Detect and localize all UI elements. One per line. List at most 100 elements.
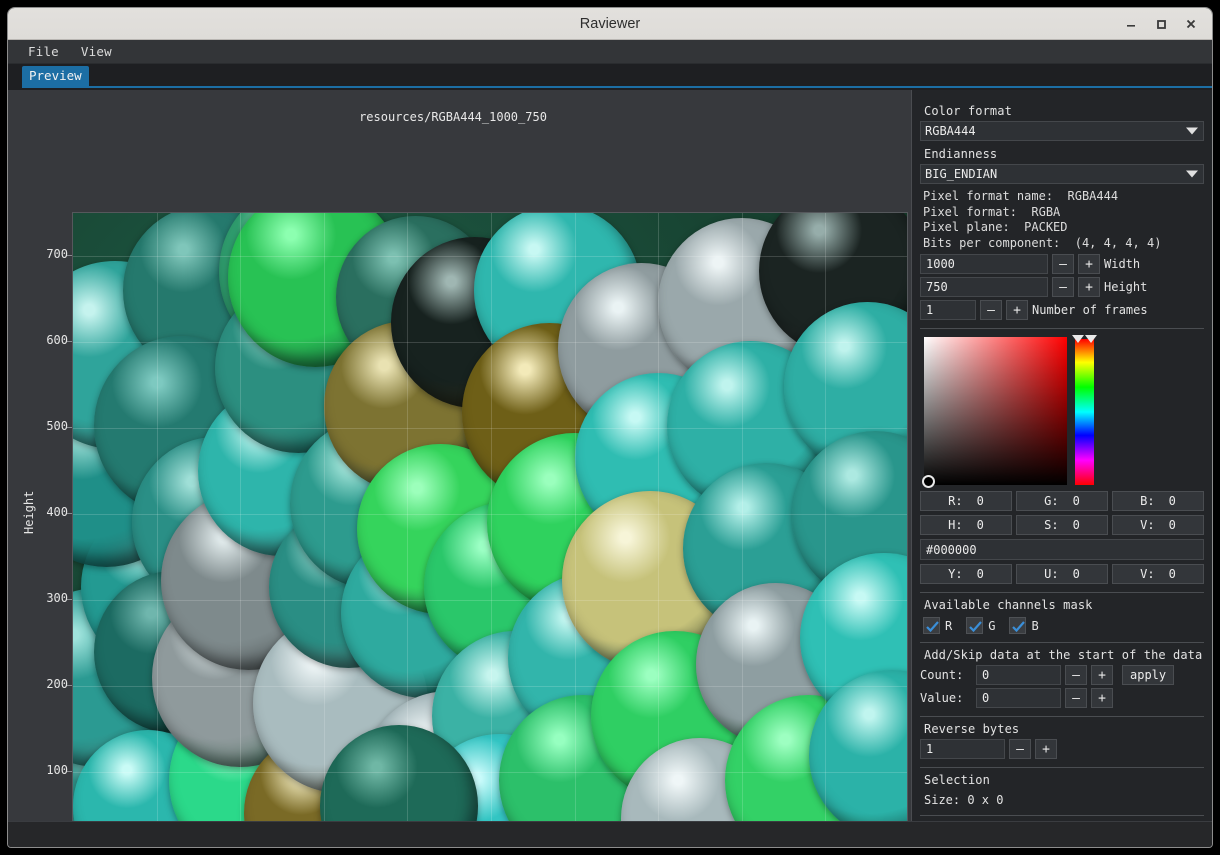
channel-b-checkbox[interactable] [1009,617,1027,634]
gridline-vertical [156,213,158,821]
apply-button[interactable]: apply [1122,665,1175,685]
y-tick-mark [67,685,72,686]
reverse-bytes-increment-button[interactable]: + [1035,739,1057,759]
hue-label: H: [948,518,963,532]
value-label-addskip: Value: [920,691,964,705]
height-increment-button[interactable]: + [1078,277,1100,297]
chevron-down-icon [1186,170,1198,178]
reverse-bytes-decrement-button[interactable]: – [1009,739,1031,759]
width-increment-button[interactable]: + [1078,254,1100,274]
main-content: resources/RGBA444_1000_750 0100200300400… [8,90,1212,821]
divider [920,767,1204,768]
frames-label: Number of frames [1032,303,1148,317]
color-picker[interactable] [920,335,1204,488]
gridline-vertical [658,213,660,821]
menu-item-file[interactable]: File [28,44,59,59]
divider [920,328,1204,329]
blue-channel-field[interactable]: B: 0 [1112,491,1204,511]
decoded-image[interactable] [73,213,907,821]
height-input[interactable]: 750 [920,277,1048,297]
hue-slider[interactable] [1075,339,1094,485]
count-decrement-button[interactable]: – [1065,665,1087,685]
hue-field[interactable]: H: 0 [920,515,1012,535]
channel-r-checkbox[interactable] [923,617,940,634]
y-tick-label: 700 [46,247,68,261]
hue-slider-handle[interactable] [1072,335,1097,343]
frames-row: 1 – + Number of frames [920,300,1204,320]
y-tick-mark [67,341,72,342]
red-channel-field[interactable]: R: 0 [920,491,1012,511]
y-tick-label: 300 [46,591,68,605]
width-decrement-button[interactable]: – [1052,254,1074,274]
y-tick-label: 100 [46,763,68,777]
value-field[interactable]: V: 0 [1112,515,1204,535]
addskip-count-row: Count: 0 – + apply [920,665,1204,685]
check-icon [969,621,983,633]
saturation-value-box[interactable] [922,337,1067,488]
endianness-select[interactable]: BIG_ENDIAN [920,164,1204,184]
count-input[interactable]: 0 [976,665,1061,685]
value-value: 0 [1168,518,1176,532]
width-input[interactable]: 1000 [920,254,1048,274]
frames-input[interactable]: 1 [920,300,976,320]
y-tick-mark [67,255,72,256]
plot-pane[interactable]: resources/RGBA444_1000_750 0100200300400… [8,90,911,821]
gridline-horizontal [73,428,907,429]
yuv-row: Y: 0 U: 0 V: 0 [920,564,1204,584]
frames-increment-button[interactable]: + [1006,300,1028,320]
menu-bar: File View [8,40,1212,64]
addskip-label: Add/Skip data at the start of the data [924,648,1203,662]
value-label: V: [1140,518,1155,532]
app-window: Raviewer File View Preview resources/RGB… [8,8,1212,847]
gridline-vertical [825,213,827,821]
u-channel-label: U: [1044,567,1059,581]
width-row: 1000 – + Width [920,254,1204,274]
blue-channel-value: 0 [1168,494,1176,508]
y-channel-label: Y: [948,567,963,581]
gridline-vertical [407,213,409,821]
image-axes[interactable] [72,212,908,821]
reverse-bytes-label: Reverse bytes [924,722,1020,736]
value-increment-button[interactable]: + [1091,688,1113,708]
gridline-vertical [323,213,325,821]
count-increment-button[interactable]: + [1091,665,1113,685]
value-input[interactable]: 0 [976,688,1061,708]
tab-preview[interactable]: Preview [22,66,89,86]
saturation-field[interactable]: S: 0 [1016,515,1108,535]
menu-item-view[interactable]: View [81,44,112,59]
frames-decrement-button[interactable]: – [980,300,1002,320]
u-channel-field[interactable]: U: 0 [1016,564,1108,584]
maximize-button[interactable] [1146,9,1176,39]
green-channel-field[interactable]: G: 0 [1016,491,1108,511]
reverse-bytes-input[interactable]: 1 [920,739,1005,759]
tab-bar: Preview [8,64,1212,90]
value-decrement-button[interactable]: – [1065,688,1087,708]
color-format-select[interactable]: RGBA444 [920,121,1204,141]
reverse-bytes-row: 1 – + [920,739,1204,759]
gridline-vertical [491,213,492,821]
addskip-value-row: Value: 0 – + [920,688,1204,708]
minimize-button[interactable] [1116,9,1146,39]
y-tick-mark [67,513,72,514]
y-tick-mark [67,771,72,772]
u-channel-value: 0 [1072,567,1080,581]
check-icon [926,621,939,633]
gridline-vertical [240,213,242,821]
channel-g-checkbox[interactable] [966,617,984,634]
y-axis-label: Height [22,490,36,534]
info-pixel-format: Pixel format: RGBA [923,204,1061,219]
v-channel-field[interactable]: V: 0 [1112,564,1204,584]
channels-mask-label: Available channels mask [924,598,1093,612]
y-channel-field[interactable]: Y: 0 [920,564,1012,584]
close-button[interactable] [1176,9,1206,39]
y-channel-value: 0 [976,567,984,581]
divider [920,592,1204,593]
sv-cursor-handle[interactable] [922,475,935,488]
height-decrement-button[interactable]: – [1052,277,1074,297]
hex-color-input[interactable]: #000000 [920,539,1204,560]
status-bar [8,821,1212,847]
gridline-horizontal [73,772,907,773]
info-pixel-plane: Pixel plane: PACKED [923,220,1068,234]
y-tick-label: 500 [46,419,68,433]
chevron-down-icon [1186,127,1198,135]
